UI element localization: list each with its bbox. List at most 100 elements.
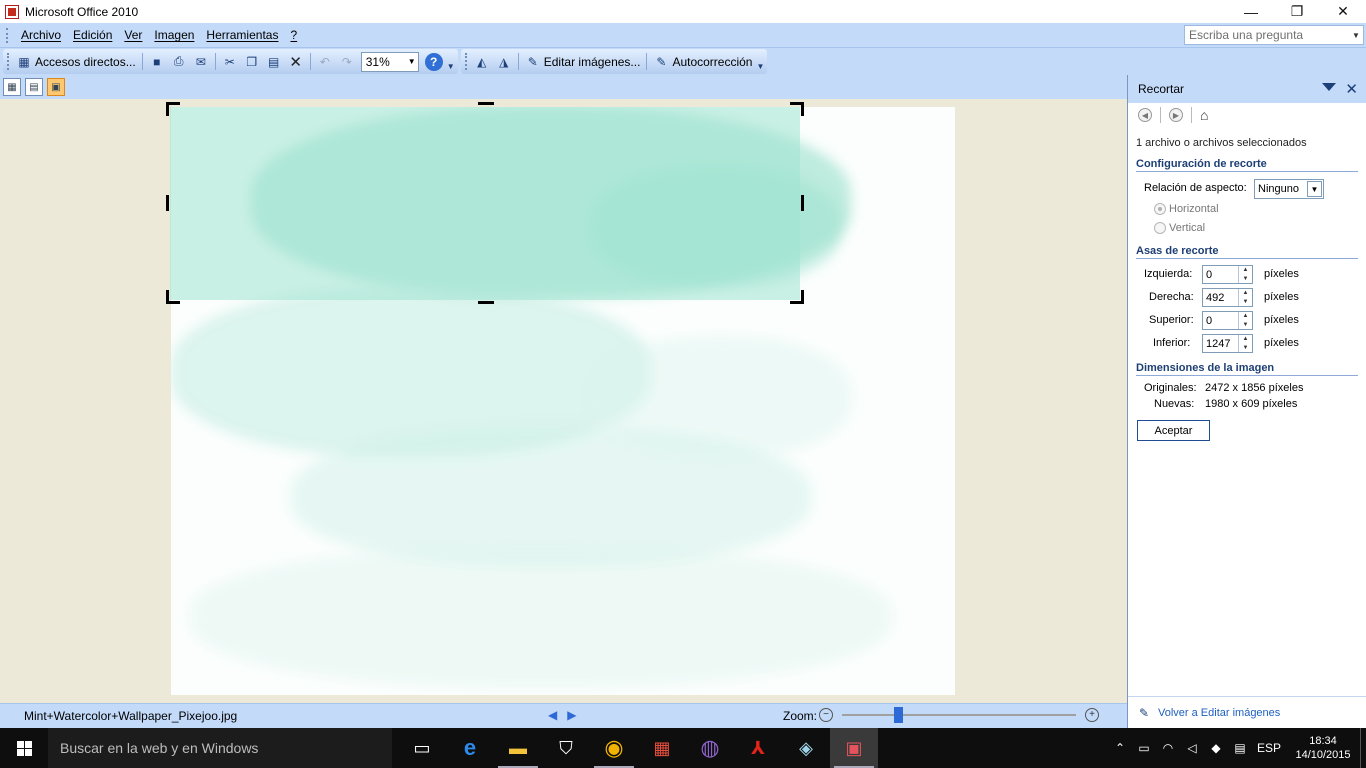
next-picture-icon[interactable]: ▶ [567,708,576,722]
spin-down-icon[interactable]: ▼ [1239,344,1252,353]
zoom-slider[interactable] [842,707,1076,723]
task-pane-menu-icon[interactable] [1322,83,1336,91]
restore-button[interactable]: ❐ [1274,0,1320,23]
start-button[interactable] [0,728,48,768]
crop-handle-bottom-right[interactable] [801,290,804,304]
back-to-edit-images-link[interactable]: Volver a Editar imágenes [1158,707,1280,719]
zoom-out-icon[interactable]: − [819,708,833,722]
aspect-ratio-select[interactable]: Ninguno ▼ [1254,179,1324,199]
zoom-slider-thumb[interactable] [894,707,903,723]
action-center-icon[interactable]: ▤ [1228,741,1252,755]
menu-herramientas[interactable]: Herramientas [200,28,284,42]
spin-down-icon[interactable]: ▼ [1239,298,1252,307]
spin-down-icon[interactable]: ▼ [1239,321,1252,330]
task-pane-title: Recortar [1138,82,1185,96]
rotate-left-icon: ◭ [477,54,487,69]
spin-up-icon[interactable]: ▲ [1239,335,1252,344]
crop-handle-right[interactable] [801,195,804,211]
taskbar-search[interactable]: Buscar en la web y en Windows [48,728,392,768]
menu-ver[interactable]: Ver [118,28,148,42]
system-tray: ⌃ ▭ ◠ ◁ ◆ ▤ ESP 18:34 14/10/2015 [1108,728,1366,768]
crop-handles-heading: Asas de recorte [1136,245,1358,259]
crop-handle-left[interactable] [166,195,169,211]
vertical-radio[interactable] [1154,222,1166,234]
show-desktop-button[interactable] [1360,728,1366,768]
spin-up-icon[interactable]: ▲ [1239,289,1252,298]
top-input[interactable]: 0 ▲ ▼ [1202,311,1253,330]
shortcuts-button[interactable]: ▦ Accesos directos... [13,51,139,73]
spin-up-icon[interactable]: ▲ [1239,312,1252,321]
zoom-combo[interactable]: 31% ▼ [360,51,419,72]
menu-help[interactable]: ? [284,28,303,42]
delete-button[interactable]: ✕ [285,51,307,73]
zoom-in-icon[interactable]: + [1085,708,1099,722]
save-button[interactable]: ■ [146,51,168,73]
crop-handle-top-right[interactable] [801,102,804,116]
crop-handle-top[interactable] [478,102,494,105]
crop-region[interactable] [170,107,800,300]
filmstrip-view-button[interactable]: ▤ [25,78,43,96]
toolbar-options-icon[interactable]: ▼ [446,51,456,73]
chevron-up-icon[interactable]: ⌃ [1108,741,1132,755]
print-button[interactable]: ⎙ [168,51,190,73]
redo-button[interactable]: ↷ [336,51,358,73]
forward-icon[interactable]: ▶ [1169,108,1183,122]
paste-button[interactable]: ▤ [263,51,285,73]
toolbar-grip[interactable] [7,53,10,70]
toolbar-options-icon[interactable]: ▼ [755,51,765,73]
volume-icon[interactable]: ◁ [1180,741,1204,755]
undo-button[interactable]: ↶ [314,51,336,73]
paint-button[interactable]: ◈ [782,728,830,768]
rotate-left-button[interactable]: ◭ [471,51,493,73]
toolbar-grip[interactable] [464,53,468,70]
back-icon[interactable]: ◀ [1138,108,1152,122]
picture-manager-button[interactable]: ▣ [830,728,878,768]
watercolor-wash [191,547,891,687]
chevron-down-icon[interactable]: ▼ [1307,181,1322,197]
file-explorer-button[interactable]: ▬ [494,728,542,768]
chevron-down-icon[interactable]: ▼ [406,53,418,71]
horizontal-radio[interactable] [1154,203,1166,215]
help-button[interactable]: ? [422,51,446,73]
crop-handle-top-left[interactable] [166,102,169,116]
autocorrect-button[interactable]: ✎ Autocorrección [650,51,755,73]
edge-button[interactable]: e [446,728,494,768]
menu-archivo[interactable]: Archivo [15,28,67,42]
cut-button[interactable]: ✂ [219,51,241,73]
viber-button[interactable]: ◍ [686,728,734,768]
minimize-button[interactable]: — [1228,0,1274,23]
menu-edicion[interactable]: Edición [67,28,118,42]
edit-images-button[interactable]: ✎ Editar imágenes... [522,51,644,73]
apps-grid-button[interactable]: ▦ [638,728,686,768]
crop-handle-bottom-left[interactable] [166,290,169,304]
accept-button[interactable]: Aceptar [1137,420,1210,441]
right-input[interactable]: 492 ▲ ▼ [1202,288,1253,307]
dropbox-icon[interactable]: ◆ [1204,741,1228,755]
bottom-input[interactable]: 1247 ▲ ▼ [1202,334,1253,353]
thumbnail-view-button[interactable]: ▦ [3,78,21,96]
email-button[interactable]: ✉ [190,51,212,73]
previous-picture-icon[interactable]: ◀ [548,708,557,722]
home-icon[interactable]: ⌂ [1200,107,1208,123]
close-button[interactable]: ✕ [1320,0,1366,23]
copy-button[interactable]: ❐ [241,51,263,73]
language-indicator[interactable]: ESP [1252,741,1286,755]
wifi-icon[interactable]: ◠ [1156,741,1180,755]
acrobat-button[interactable]: ⅄ [734,728,782,768]
task-view-button[interactable]: ▭ [398,728,446,768]
single-picture-view-button[interactable]: ▣ [47,78,65,96]
battery-icon[interactable]: ▭ [1132,741,1156,755]
store-button[interactable]: ⛉ [542,728,590,768]
ask-question-box[interactable]: Escriba una pregunta ▼ [1184,25,1364,45]
spin-down-icon[interactable]: ▼ [1239,275,1252,284]
left-input[interactable]: 0 ▲ ▼ [1202,265,1253,284]
chevron-down-icon[interactable]: ▼ [1349,26,1363,44]
chrome-button[interactable]: ◉ [590,728,638,768]
clock[interactable]: 18:34 14/10/2015 [1286,734,1360,762]
crop-handle-bottom[interactable] [478,301,494,304]
menu-imagen[interactable]: Imagen [148,28,200,42]
close-icon[interactable]: ✕ [1345,80,1358,98]
menu-grip[interactable] [6,27,9,43]
spin-up-icon[interactable]: ▲ [1239,266,1252,275]
rotate-right-button[interactable]: ◮ [493,51,515,73]
